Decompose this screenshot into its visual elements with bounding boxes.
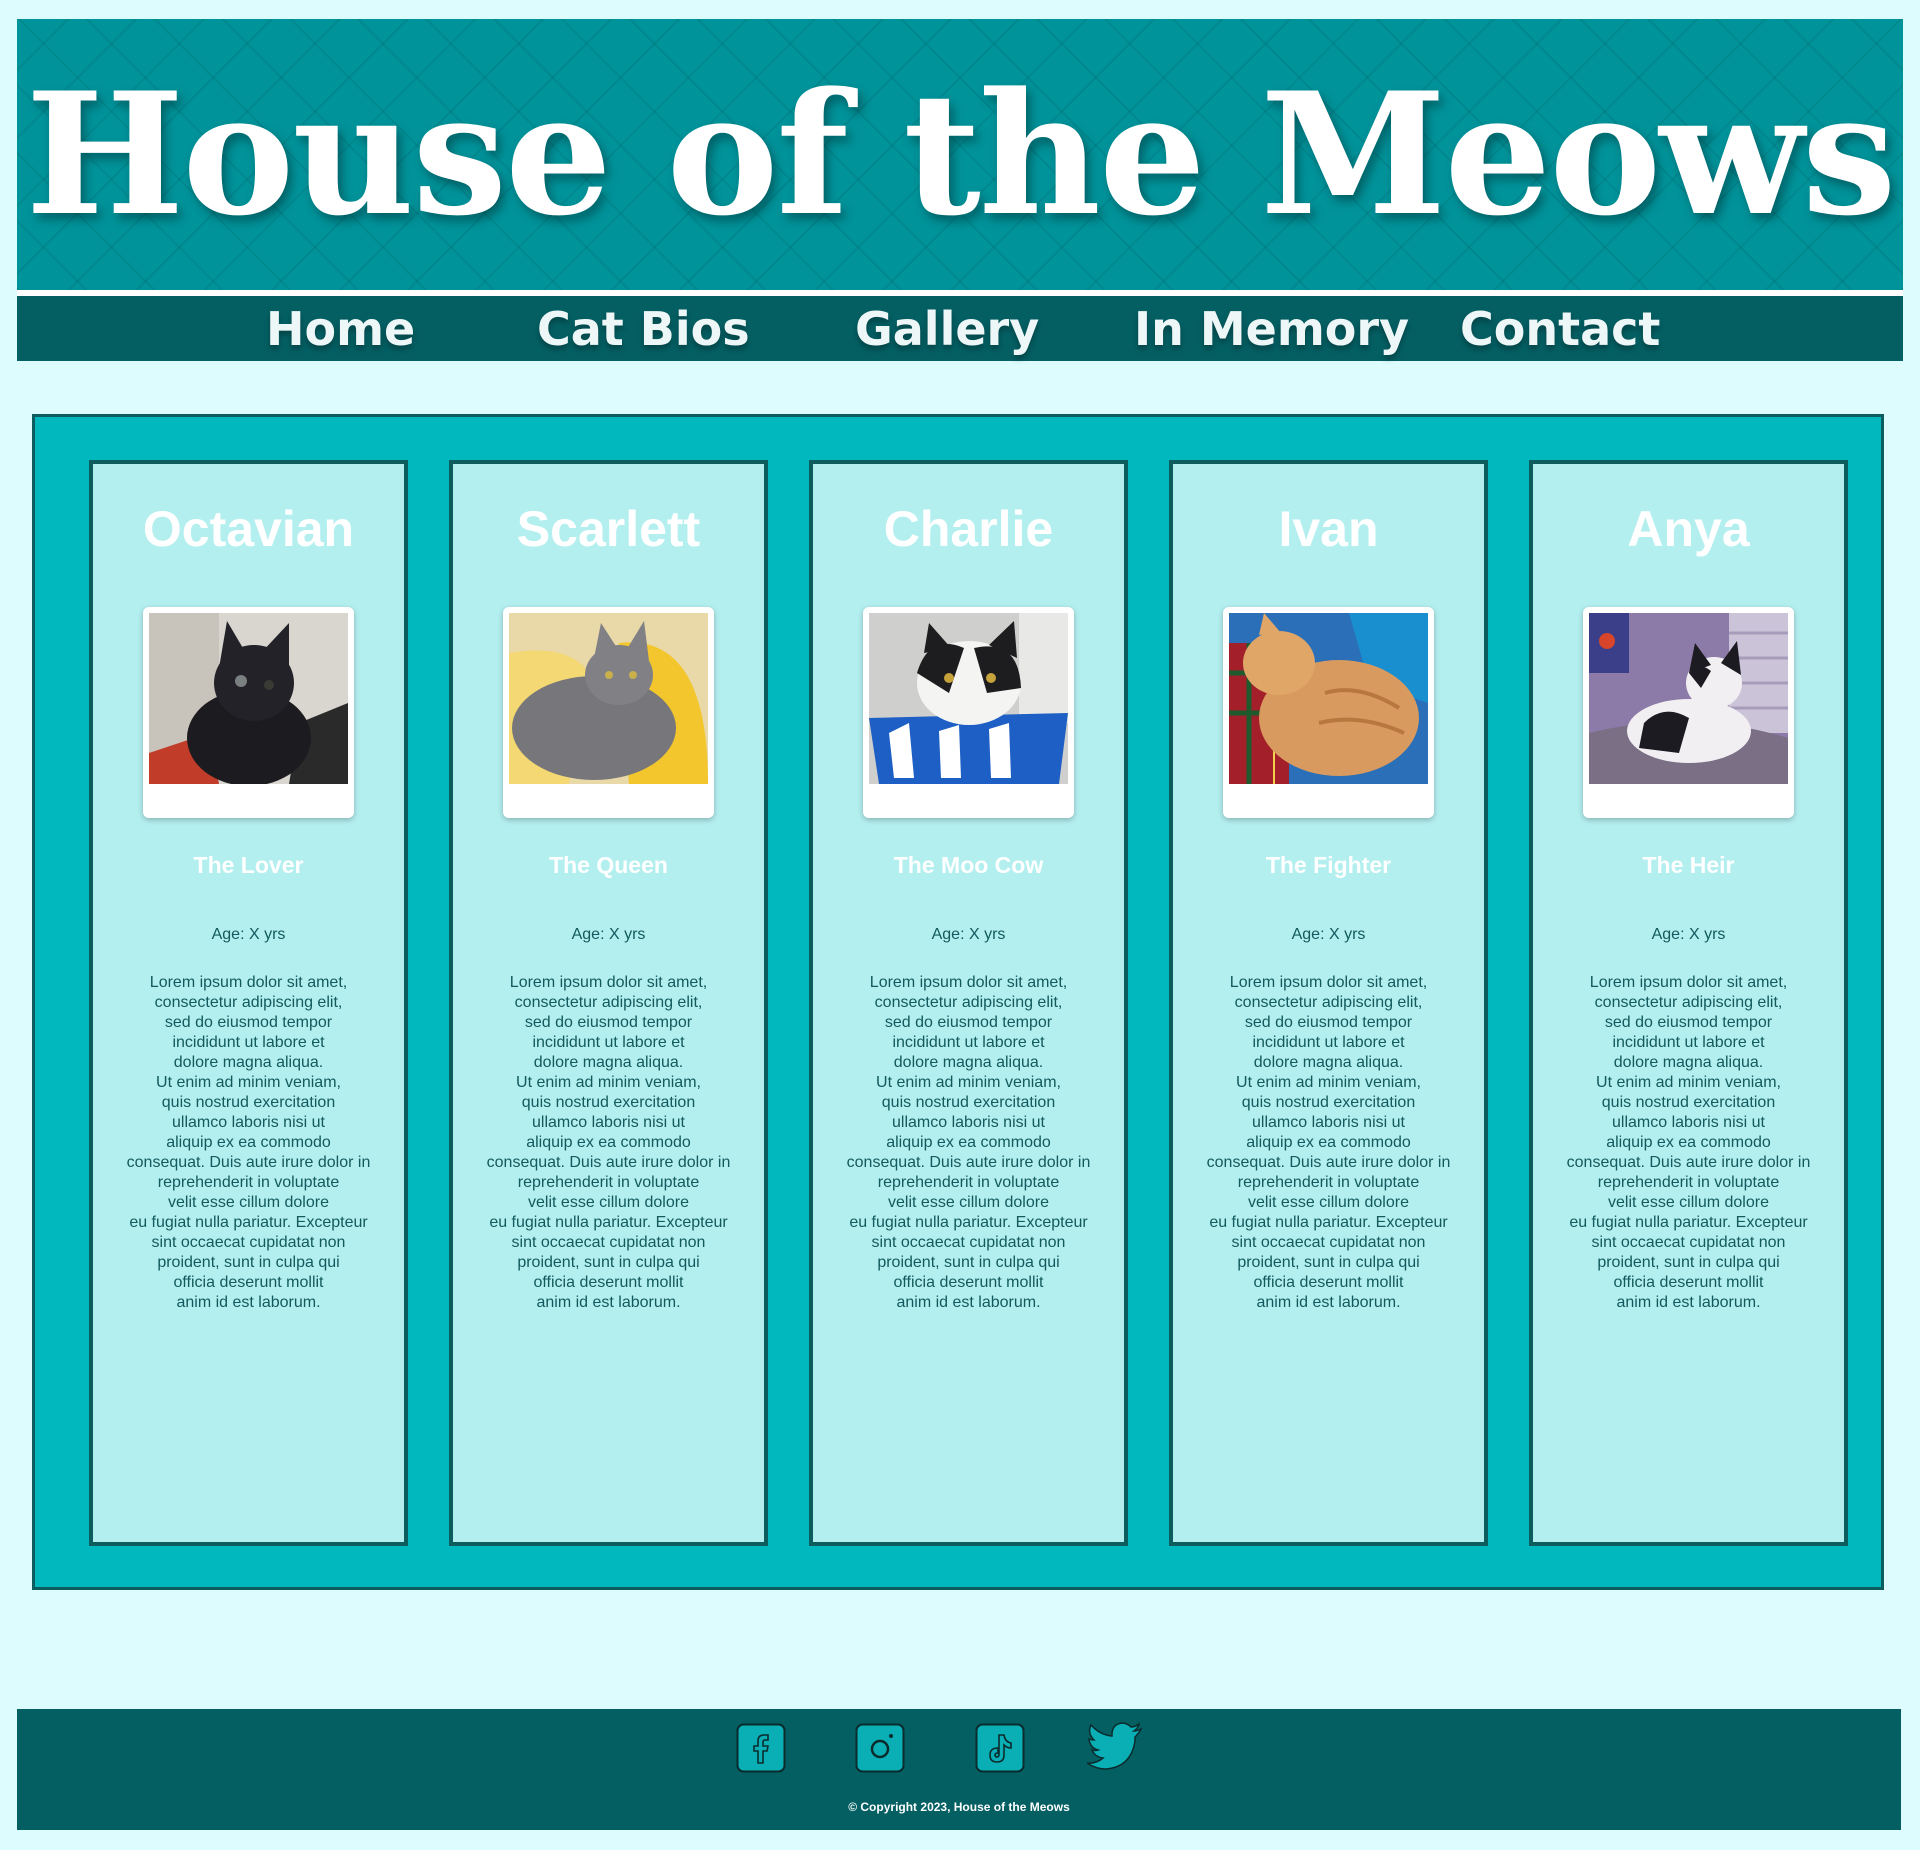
cat-card: Anya The Heir Age: X yrs Lorem ipsum dol… (1529, 460, 1848, 1546)
cat-name: Charlie (883, 501, 1054, 557)
tuxedo-cat-in-basket-photo (869, 613, 1068, 784)
nav-item-in-memory[interactable]: In Memory (1134, 296, 1409, 361)
tiktok-icon[interactable] (975, 1723, 1025, 1773)
cat-title: The Fighter (1265, 852, 1392, 878)
cat-card: Charlie The Moo Cow Age: X yrs Lorem ips… (809, 460, 1128, 1546)
nav-item-cat-bios[interactable]: Cat Bios (537, 296, 750, 361)
copyright-text: © Copyright 2023, House of the Meows (848, 1800, 1070, 1814)
twitter-icon[interactable] (1087, 1721, 1143, 1773)
cat-card: Ivan The Fighter Age: X yrs Lorem ipsum … (1169, 460, 1488, 1546)
cat-card: Octavian The Lover Age: X yrs Lorem ipsu… (89, 460, 408, 1546)
site-footer: © Copyright 2023, House of the Meows (17, 1709, 1901, 1830)
cat-name: Ivan (1278, 501, 1379, 557)
photo-frame (863, 607, 1074, 818)
site-title: House of the Meows (25, 55, 1897, 253)
cat-card: Scarlett The Queen Age: X yrs Lorem ipsu… (449, 460, 768, 1546)
cat-bio: Lorem ipsum dolor sit amet, consectetur … (846, 974, 1091, 1311)
cat-age: Age: X yrs (1651, 926, 1726, 943)
cat-name: Scarlett (516, 501, 701, 557)
main-nav: Home Cat Bios Gallery In Memory Contact (17, 296, 1903, 361)
cat-title: The Lover (193, 852, 304, 878)
cat-bio: Lorem ipsum dolor sit amet, consectetur … (1206, 974, 1451, 1311)
photo-frame (143, 607, 354, 818)
cat-age: Age: X yrs (1291, 926, 1366, 943)
facebook-icon[interactable] (736, 1723, 786, 1773)
photo-frame (1583, 607, 1794, 818)
nav-item-gallery[interactable]: Gallery (855, 296, 1039, 361)
nav-item-contact[interactable]: Contact (1460, 296, 1660, 361)
cat-age: Age: X yrs (211, 926, 286, 943)
cat-age: Age: X yrs (571, 926, 646, 943)
photo-frame (503, 607, 714, 818)
cat-name: Octavian (142, 501, 355, 557)
black-white-cat-in-bed-photo (1589, 613, 1788, 784)
site-header: House of the Meows (17, 19, 1903, 290)
nav-item-home[interactable]: Home (266, 296, 415, 361)
cat-bio: Lorem ipsum dolor sit amet, consectetur … (1566, 974, 1811, 1311)
cat-bios-panel: Octavian The Lover Age: X yrs Lorem ipsu… (32, 414, 1884, 1590)
orange-cat-sleeping-photo (1229, 613, 1428, 784)
grey-cat-photo (509, 613, 708, 784)
cat-title: The Queen (549, 852, 668, 878)
cat-name: Anya (1627, 501, 1750, 557)
cat-title: The Moo Cow (893, 852, 1044, 878)
cat-title: The Heir (1642, 852, 1735, 878)
black-cat-photo (149, 613, 348, 784)
cat-bio: Lorem ipsum dolor sit amet, consectetur … (126, 974, 371, 1311)
photo-frame (1223, 607, 1434, 818)
cat-bio: Lorem ipsum dolor sit amet, consectetur … (486, 974, 731, 1311)
instagram-icon[interactable] (855, 1723, 905, 1773)
cat-age: Age: X yrs (931, 926, 1006, 943)
